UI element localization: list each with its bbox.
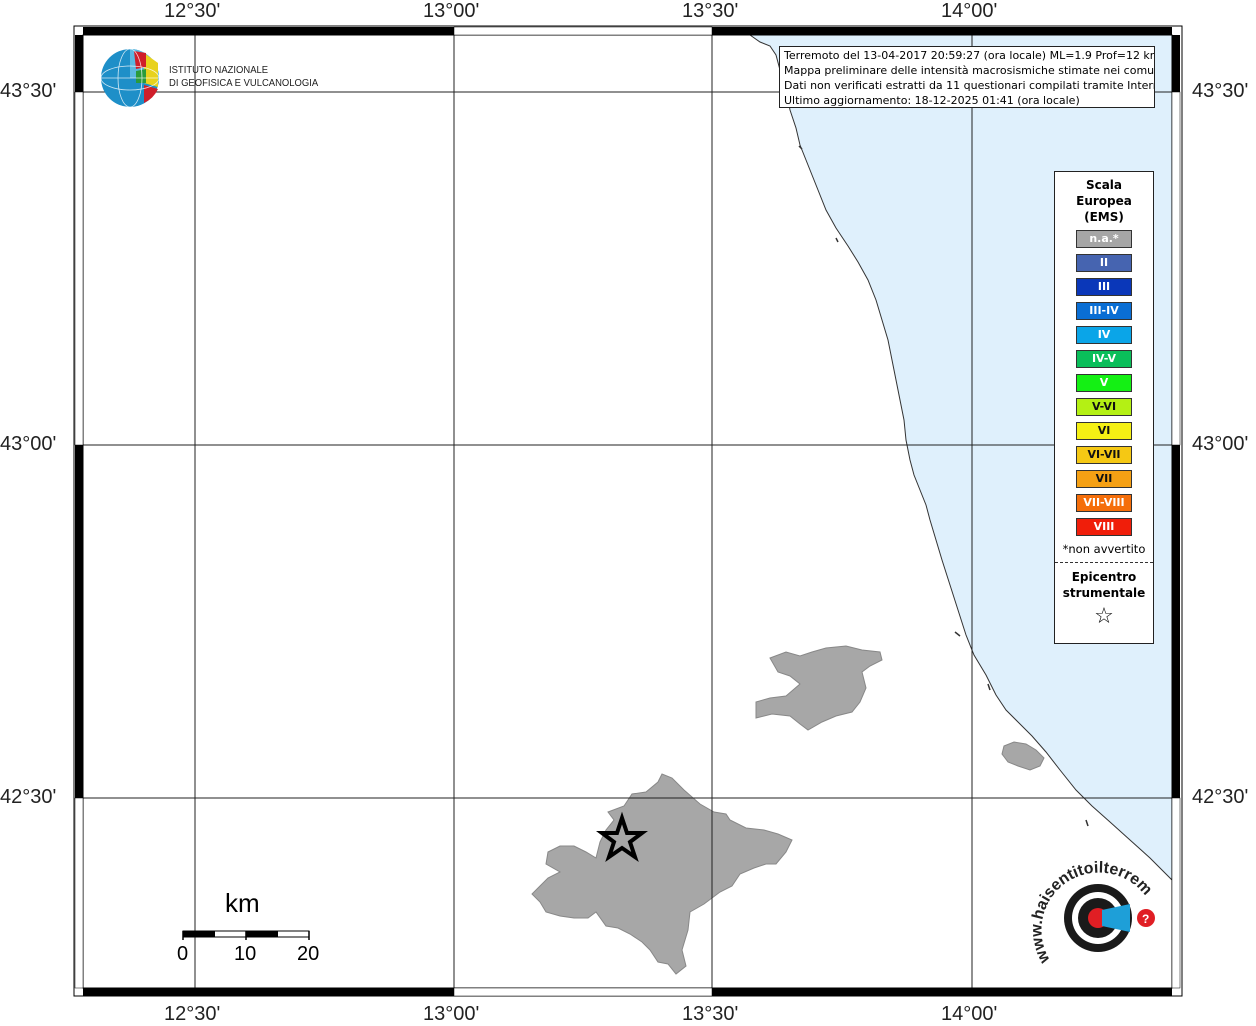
legend-title: Scala Europea (EMS)	[1055, 177, 1153, 225]
legend-epicenter-label: Epicentro strumentale	[1055, 569, 1153, 601]
lon-tick-bottom: 12°30'	[164, 1003, 221, 1025]
legend-divider	[1055, 562, 1153, 563]
lon-tick-bottom: 13°30'	[682, 1003, 739, 1025]
event-info-line: Terremoto del 13-04-2017 20:59:27 (ora l…	[784, 49, 1155, 62]
legend-swatch: V-VI	[1076, 398, 1132, 416]
lat-tick-right: 42°30'	[1192, 786, 1249, 808]
scale-label: 0	[177, 943, 189, 965]
legend-swatch: IV-V	[1076, 350, 1132, 368]
event-info-line: Mappa preliminare delle intensità macros…	[784, 64, 1155, 77]
legend-swatch: III-IV	[1076, 302, 1132, 320]
ingv-logo-text: ISTITUTO NAZIONALE DI GEOFISICA E VULCAN…	[169, 64, 318, 90]
scale-label: 10	[234, 943, 257, 965]
haisentito-logo: www.haisentitoilterremoto.it ?	[1030, 860, 1155, 967]
legend-swatch: n.a.*	[1076, 230, 1132, 248]
ingv-logo-line1: ISTITUTO NAZIONALE	[169, 64, 269, 76]
legend-swatch: IV	[1076, 326, 1132, 344]
event-info-box: Terremoto del 13-04-2017 20:59:27 (ora l…	[779, 46, 1155, 108]
legend-swatch: VI-VII	[1076, 446, 1132, 464]
lat-tick-right: 43°00'	[1192, 433, 1249, 455]
legend-swatch: VII-VIII	[1076, 494, 1132, 512]
legend-swatch: II	[1076, 254, 1132, 272]
legend-swatch: VII	[1076, 470, 1132, 488]
legend-swatch: VI	[1076, 422, 1132, 440]
legend-swatch: VIII	[1076, 518, 1132, 536]
lon-tick-top: 12°30'	[164, 0, 221, 22]
lon-tick-top: 13°00'	[423, 0, 480, 22]
legend-swatch: V	[1076, 374, 1132, 392]
event-info-line: Dati non verificati estratti da 11 quest…	[784, 79, 1155, 92]
legend-title-line: (EMS)	[1084, 210, 1124, 224]
lon-tick-top: 14°00'	[941, 0, 998, 22]
scale-bar: km 0 10 20	[175, 888, 335, 978]
lon-tick-bottom: 14°00'	[941, 1003, 998, 1025]
lat-tick-right: 43°30'	[1192, 80, 1249, 102]
event-info-line: Ultimo aggiornamento: 18-12-2025 01:41 (…	[784, 94, 1080, 107]
legend-swatch: III	[1076, 278, 1132, 296]
legend-title-line: Europea	[1076, 194, 1132, 208]
legend-epicenter-line: strumentale	[1062, 586, 1146, 600]
legend-epicenter-line: Epicentro	[1071, 570, 1137, 584]
ems-legend: Scala Europea (EMS) n.a.* II III III-IV IV IV…	[1054, 171, 1154, 644]
svg-text:?: ?	[1142, 912, 1149, 926]
scale-label: 20	[297, 943, 320, 965]
legend-swatches: n.a.* II III III-IV IV IV-V V V-VI VI VI-VII VII VI…	[1055, 230, 1153, 536]
lat-tick-left: 43°00'	[0, 433, 57, 455]
lon-tick-bottom: 13°00'	[423, 1003, 480, 1025]
legend-note: *non avvertito	[1062, 542, 1146, 556]
legend-star-icon: ☆	[1094, 604, 1114, 629]
scale-bar-graphic	[182, 930, 310, 940]
ingv-logo-line2: DI GEOFISICA E VULCANOLOGIA	[169, 77, 319, 89]
lat-tick-left: 43°30'	[0, 80, 57, 102]
lat-tick-left: 42°30'	[0, 786, 57, 808]
legend-title-line: Scala	[1085, 178, 1123, 192]
lon-tick-top: 13°30'	[682, 0, 739, 22]
